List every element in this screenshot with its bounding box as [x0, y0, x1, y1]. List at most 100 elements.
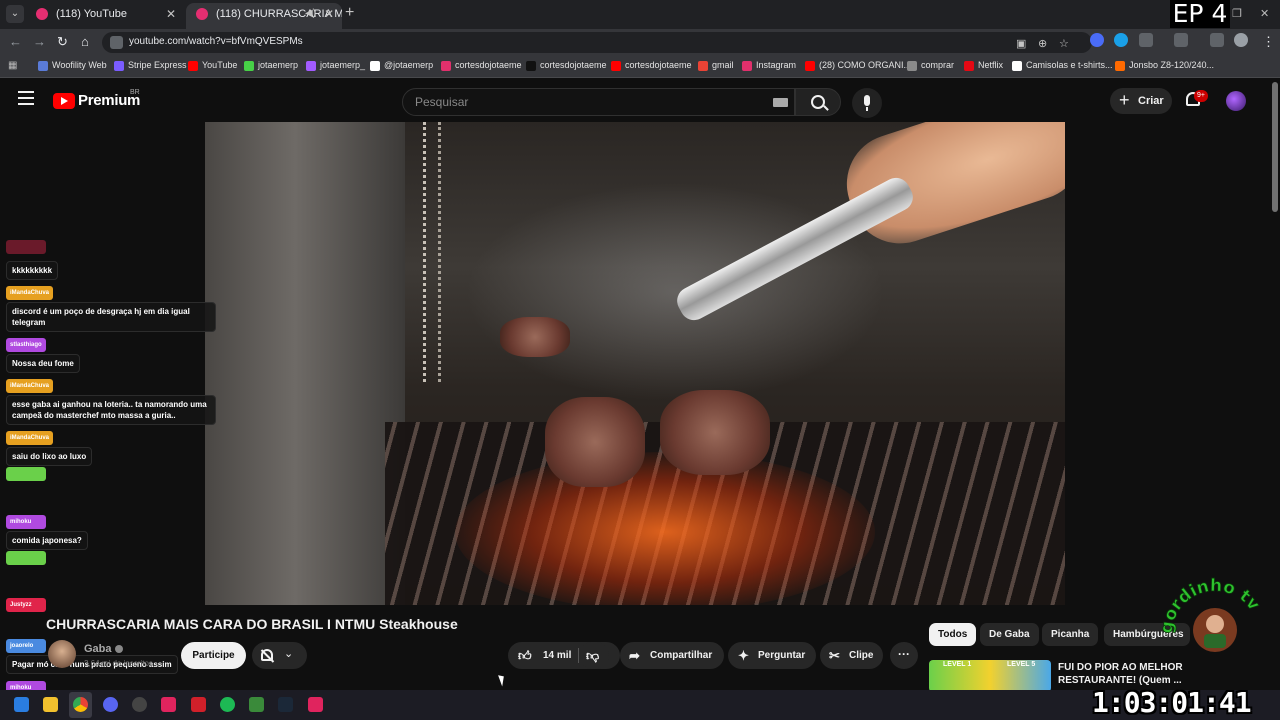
filter-chip[interactable]: Picanha [1042, 623, 1099, 646]
bookmark-star-icon[interactable]: ☆ [1059, 37, 1069, 50]
chrome-icon[interactable] [73, 697, 88, 712]
join-button[interactable]: Participe [181, 642, 246, 669]
chat-username: joaorelo [6, 639, 46, 653]
video-frame-chain [423, 122, 441, 382]
account-avatar[interactable] [1226, 91, 1246, 111]
tab-churrascaria[interactable]: (118) CHURRASCARIA MAIS ◀) ✕ [186, 3, 342, 29]
new-tab-button[interactable]: + [345, 4, 354, 22]
bookmark-label: Jonsbo Z8-120/240... [1129, 60, 1215, 70]
forward-arrow-icon[interactable]: → [33, 34, 46, 49]
file-explorer-icon[interactable] [43, 697, 58, 712]
settings-icon[interactable] [132, 697, 147, 712]
create-button[interactable]: + Criar [1110, 88, 1172, 114]
extension-icon[interactable] [1114, 33, 1128, 47]
steam-icon[interactable] [278, 697, 293, 712]
extension-icon[interactable] [1090, 33, 1104, 47]
windows-start-icon[interactable] [14, 697, 29, 712]
thumbs-up-icon: 👍︎ [518, 648, 532, 663]
search-input[interactable]: Pesquisar [402, 88, 795, 116]
extensions-puzzle-icon[interactable] [1139, 33, 1153, 47]
bookmark-item[interactable]: jotaemerp_ [306, 60, 366, 71]
chat-text: comida japonesa? [6, 531, 88, 550]
bookmark-item[interactable]: Woofility Web [38, 60, 107, 71]
discord-icon[interactable] [103, 697, 118, 712]
bookmark-item[interactable]: jotaemerp [244, 60, 298, 71]
chat-text: Nossa deu fome [6, 354, 80, 373]
more-actions-button[interactable]: ··· [890, 642, 918, 669]
thumbs-down-icon: 👎︎ [586, 648, 600, 663]
clip-button[interactable]: ✂ Clipe [820, 642, 883, 669]
bookmark-item[interactable]: Camisolas e t-shirts... [1012, 60, 1113, 71]
close-tab-icon[interactable]: ✕ [324, 3, 334, 25]
close-tab-icon[interactable]: ✕ [166, 3, 176, 25]
chat-text: kkkkkkkkk [6, 261, 59, 280]
install-app-icon[interactable]: ▣ [1016, 37, 1026, 50]
recommended-video-thumbnail[interactable]: LEVEL 1 LEVEL 5 [929, 660, 1051, 692]
chat-message: iMandaChuva discord é um poço de desgraça… [6, 281, 216, 332]
bookmark-item[interactable]: YouTube [188, 60, 238, 71]
app-icon[interactable] [308, 697, 323, 712]
voice-search-mic-icon[interactable] [852, 88, 882, 118]
chat-message: iMandaChuva saiu do lixo ao luxo [6, 426, 93, 466]
bookmark-item[interactable]: Netflix [964, 60, 1003, 71]
zoom-icon[interactable]: ⊕ [1038, 37, 1047, 50]
speaker-icon[interactable]: ◀) [305, 3, 316, 25]
video-player[interactable] [205, 122, 1065, 605]
spotify-icon[interactable] [220, 697, 235, 712]
subscribed-notification-button[interactable]: ⌄ [252, 642, 307, 669]
bookmark-item[interactable]: cortesdojotaeme [611, 60, 692, 71]
bookmark-favicon-icon [526, 61, 536, 71]
bookmark-item[interactable]: cortesdojotaeme [441, 60, 522, 71]
app-icon[interactable] [249, 697, 264, 712]
verified-badge-icon [115, 645, 123, 653]
close-window-icon[interactable]: ✕ [1260, 7, 1269, 20]
bookmark-label: YouTube [202, 60, 238, 70]
bookmark-item[interactable]: cortesdojotaeme [526, 60, 607, 71]
thumb-label: LEVEL 1 [943, 661, 972, 668]
cast-icon[interactable] [1174, 33, 1188, 47]
site-info-icon[interactable] [110, 36, 123, 49]
ask-button[interactable]: ✦ Perguntar [728, 642, 816, 669]
back-arrow-icon[interactable]: ← [9, 34, 22, 49]
keyboard-icon[interactable] [773, 98, 788, 107]
bookmark-label: (28) COMO ORGANI... [819, 60, 912, 70]
bookmark-item[interactable]: gmail [698, 60, 734, 71]
bookmark-item[interactable]: Jonsbo Z8-120/240... [1115, 60, 1215, 71]
filter-chip[interactable]: De Gaba [980, 623, 1039, 646]
home-icon[interactable]: ⌂ [81, 34, 89, 49]
bookmark-label: jotaemerp_ [320, 60, 366, 70]
profile-avatar-icon[interactable] [1234, 33, 1248, 47]
bookmark-item[interactable]: @jotaemerp [370, 60, 433, 71]
browser-menu-icon[interactable]: ⋮ [1262, 34, 1275, 50]
reload-icon[interactable]: ↻ [57, 34, 68, 50]
tab-youtube[interactable]: (118) YouTube ✕ [26, 3, 184, 29]
app-icon[interactable] [191, 697, 206, 712]
channel-avatar[interactable] [48, 640, 76, 668]
bookmark-item[interactable]: comprar [907, 60, 954, 71]
bookmark-label: Woofility Web [52, 60, 107, 70]
app-icon[interactable] [161, 697, 176, 712]
bookmark-item[interactable]: (28) COMO ORGANI... [805, 60, 912, 71]
video-frame-burger [545, 397, 645, 487]
reading-list-icon[interactable] [1210, 33, 1224, 47]
video-title: CHURRASCARIA MAIS CARA DO BRASIL I NTMU … [46, 616, 458, 632]
menu-hamburger-icon[interactable] [18, 91, 34, 105]
filter-chip[interactable]: Todos [929, 623, 977, 646]
browser-tabstrip: ⌄ (118) YouTube ✕ (118) CHURRASCARIA MAI… [0, 0, 1280, 29]
create-label: Criar [1138, 95, 1164, 107]
share-button[interactable]: ➦ Compartilhar [620, 642, 724, 669]
bookmark-item[interactable]: Stripe Express [114, 60, 187, 71]
channel-name[interactable]: Gaba [84, 643, 112, 655]
tab-search-button[interactable]: ⌄ [6, 5, 24, 23]
bookmark-item[interactable]: Instagram [742, 60, 796, 71]
restore-window-icon[interactable]: ❐ [1232, 7, 1242, 20]
search-button[interactable] [795, 88, 841, 116]
chat-username: iMandaChuva [6, 379, 54, 393]
url-field[interactable]: youtube.com/watch?v=bfVmQVESPMs ▣ ⊕ ☆ [102, 32, 1092, 53]
region-code: BR [130, 89, 140, 96]
youtube-logo-icon[interactable] [53, 93, 75, 109]
page-scrollbar[interactable] [1272, 82, 1278, 212]
apps-grid-icon[interactable]: ▦ [8, 60, 20, 72]
dislike-button[interactable]: 👎︎ [579, 642, 609, 669]
video-frame-fire [455, 452, 875, 605]
